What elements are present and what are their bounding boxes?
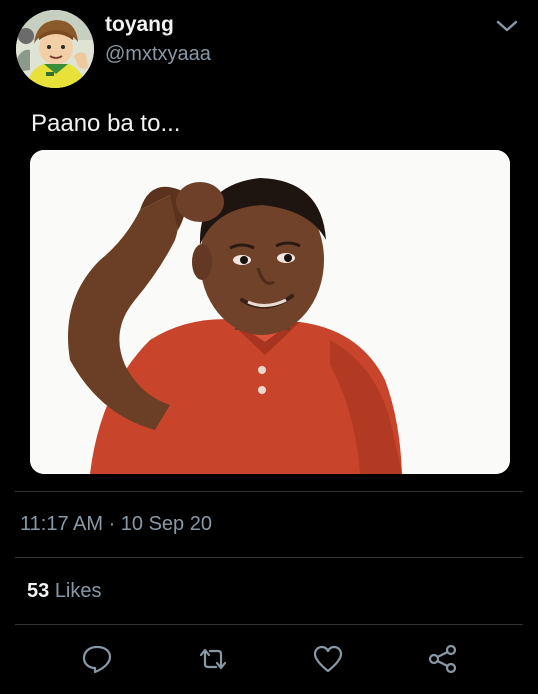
retweet-button[interactable] [196, 645, 230, 677]
likes-count: 53 [27, 580, 50, 602]
retweet-icon [196, 645, 230, 678]
likes-stat[interactable]: 53 Likes [27, 580, 102, 603]
tweet-image[interactable] [30, 150, 510, 474]
share-button[interactable] [426, 644, 460, 679]
like-button[interactable] [311, 645, 345, 677]
reply-button[interactable] [80, 645, 114, 677]
author-handle[interactable]: @mxtxyaaa [105, 43, 211, 66]
likes-label: Likes [54, 580, 102, 602]
chevron-down-icon[interactable] [494, 16, 520, 36]
divider [15, 491, 523, 492]
reply-icon [81, 644, 113, 679]
avatar[interactable] [16, 10, 94, 88]
tweet-text: Paano ba to... [31, 110, 181, 137]
heart-icon [312, 644, 344, 679]
author-name[interactable]: toyang [105, 13, 174, 37]
divider [15, 557, 523, 558]
share-icon [427, 644, 459, 679]
divider [15, 624, 523, 625]
tweet-detail: toyang @mxtxyaaa Paano ba to... 11:17 AM… [0, 0, 538, 694]
tweet-timestamp[interactable]: 11:17 AM · 10 Sep 20 [20, 513, 212, 536]
